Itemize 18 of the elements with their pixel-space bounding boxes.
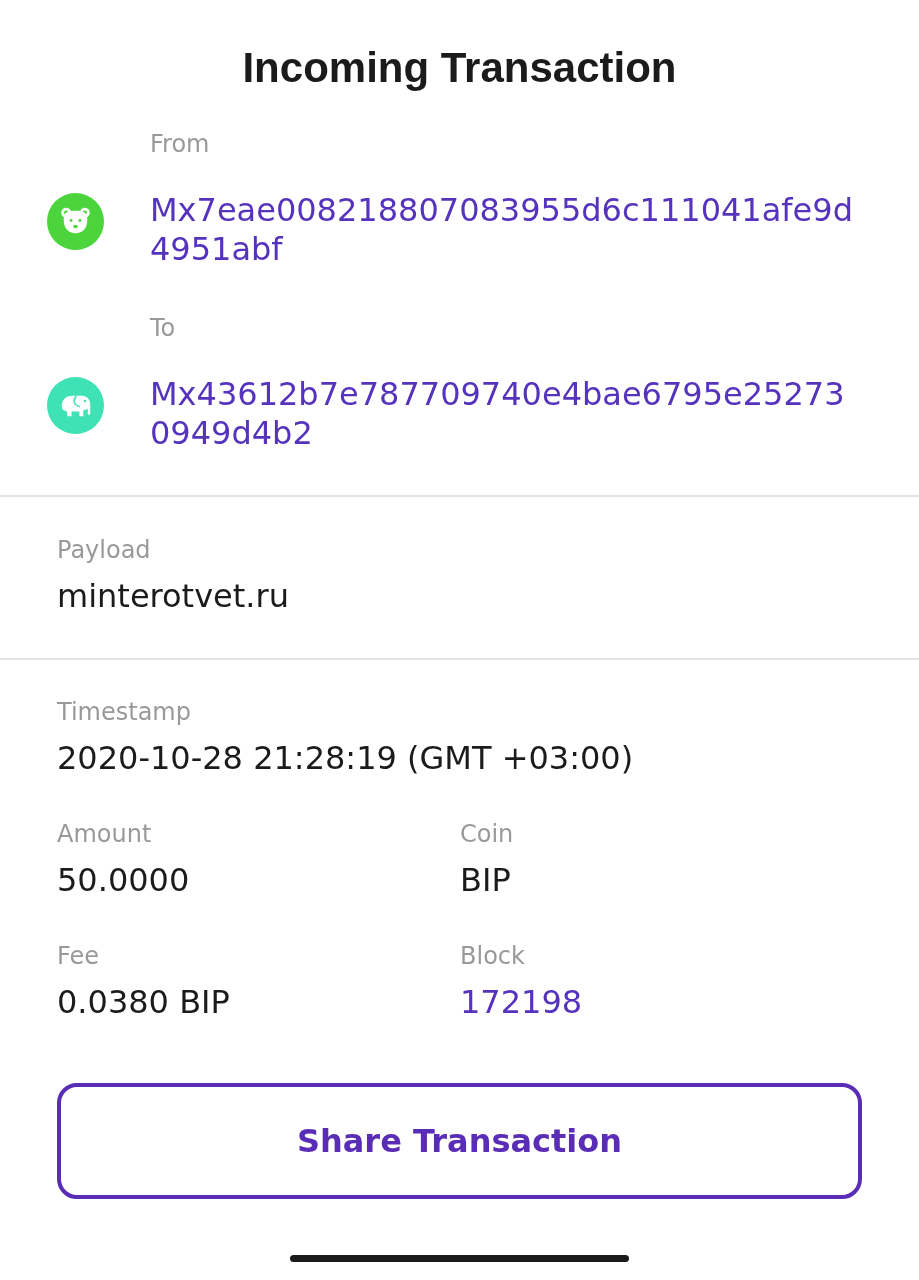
field-label: From: [150, 131, 210, 157]
field-value: 50.0000: [57, 861, 190, 900]
field-label: Fee: [57, 943, 100, 969]
field-label: Coin: [460, 821, 514, 847]
field-value: 2020-10-28 21:28:19 (GMT +03:00): [57, 739, 634, 778]
block-link[interactable]: 172198: [460, 983, 583, 1022]
field-value: 0.0380 BIP: [57, 983, 230, 1022]
field-value: minterotvet.ru: [57, 577, 289, 616]
field-label: To: [150, 315, 176, 341]
field-label: Amount: [57, 821, 152, 847]
address-link[interactable]: Mx43612b7e787709740e4bae6795e252730949d4b2: [150, 375, 859, 453]
field-label: Timestamp: [57, 699, 191, 725]
field-label: Block: [460, 943, 525, 969]
field-value: BIP: [460, 861, 511, 900]
screen-title: Incoming Transaction: [242, 44, 677, 92]
share-button[interactable]: Share Transaction: [57, 1083, 862, 1199]
address-link[interactable]: Mx7eae008218807083955d6c111041afe9d4951abf: [150, 191, 859, 269]
field-label: Payload: [57, 537, 151, 563]
